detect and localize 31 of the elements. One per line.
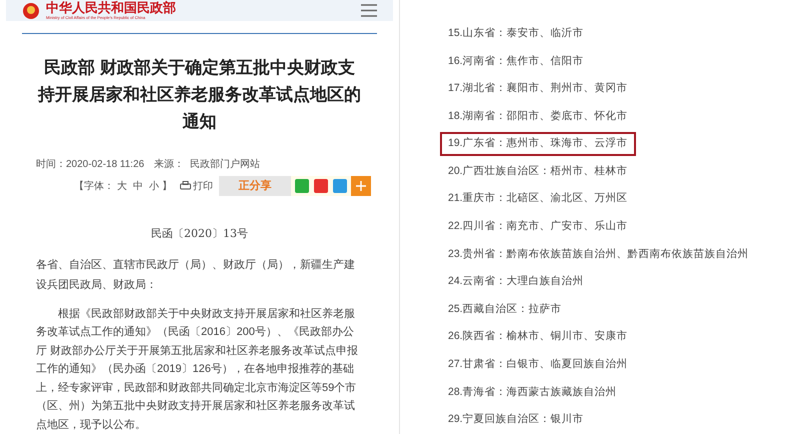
list-item: 24.云南省：大理白族自治州 [448, 274, 584, 290]
font-size-link[interactable]: 大 [117, 178, 127, 194]
font-size-link[interactable]: 小 [149, 178, 159, 194]
list-item: 26.陕西省：榆林市、铜川市、安康市 [448, 329, 628, 344]
menu-icon[interactable] [361, 4, 377, 17]
print-link[interactable]: 打印 [193, 178, 213, 194]
list-item: 19.广东省：惠州市、珠海市、云浮市 [440, 132, 636, 156]
font-size-end: 】 [162, 180, 172, 194]
article-title: 民政部 财政部关于确定第五批中央财政支持开展居家和社区养老服务改革试点地区的通知 [36, 57, 362, 133]
list-item: 22.四川省：南充市、广安市、乐山市 [448, 219, 628, 234]
document-number: 民函〔2020〕13号 [150, 226, 249, 242]
list-item: 21.重庆市：北碚区、渝北区、万州区 [448, 191, 628, 206]
list-item: 25.西藏自治区：拉萨市 [448, 302, 562, 317]
list-item: 17.湖北省：襄阳市、荆州市、黄冈市 [448, 81, 628, 96]
list-item: 28.青海省：海西蒙古族藏族自治州 [448, 384, 617, 400]
list-item: 23.贵州省：黔南布依族苗族自治州、黔西南布依族苗族自治州 [448, 246, 749, 262]
plus-icon[interactable] [351, 176, 371, 196]
font-size-link[interactable]: 中 [133, 178, 143, 194]
article-meta: 时间：2020-02-18 11:26 来源： 民政部门户网站 [36, 158, 261, 172]
salutation: 各省、自治区、直辖市民政厅（局）、财政厅（局），新疆生产建设兵团民政局、财政局： [36, 258, 356, 292]
list-item: 29.宁夏回族自治区：银川市 [448, 412, 584, 428]
printer-icon[interactable] [180, 181, 191, 191]
list-item: 16.河南省：焦作市、信阳市 [448, 54, 584, 69]
site-title: 中华人民共和国民政部 [46, 0, 176, 15]
emblem-icon [22, 0, 40, 20]
font-size-label: 【字体： [74, 180, 114, 194]
body-paragraph: 根据《民政部财政部关于中央财政支持开展居家和社区养老服务改革试点工作的通知》（民函〔2016〕200号）、《民政部办公厅 财政部办公厅关于开展第五批居家和社区养老服务改革试点申报工作的通知》（民办函〔2019〕126号），在各地申报推荐的基础上，经专家评审，民政部和财政部共同确定北京市海淀区等59个市（区、州）为第五批中央财政支持开展居家和社区养老服务改革试点地区，现予以公布。 [36, 306, 360, 432]
list-item: 20.广西壮族自治区：梧州市、桂林市 [448, 164, 628, 179]
list-item: 15.山东省：泰安市、临沂市 [448, 26, 584, 41]
list-item: 18.湖南省：邵阳市、娄底市、怀化市 [448, 108, 628, 124]
list-item: 27.甘肃省：白银市、临夏回族自治州 [448, 357, 628, 372]
